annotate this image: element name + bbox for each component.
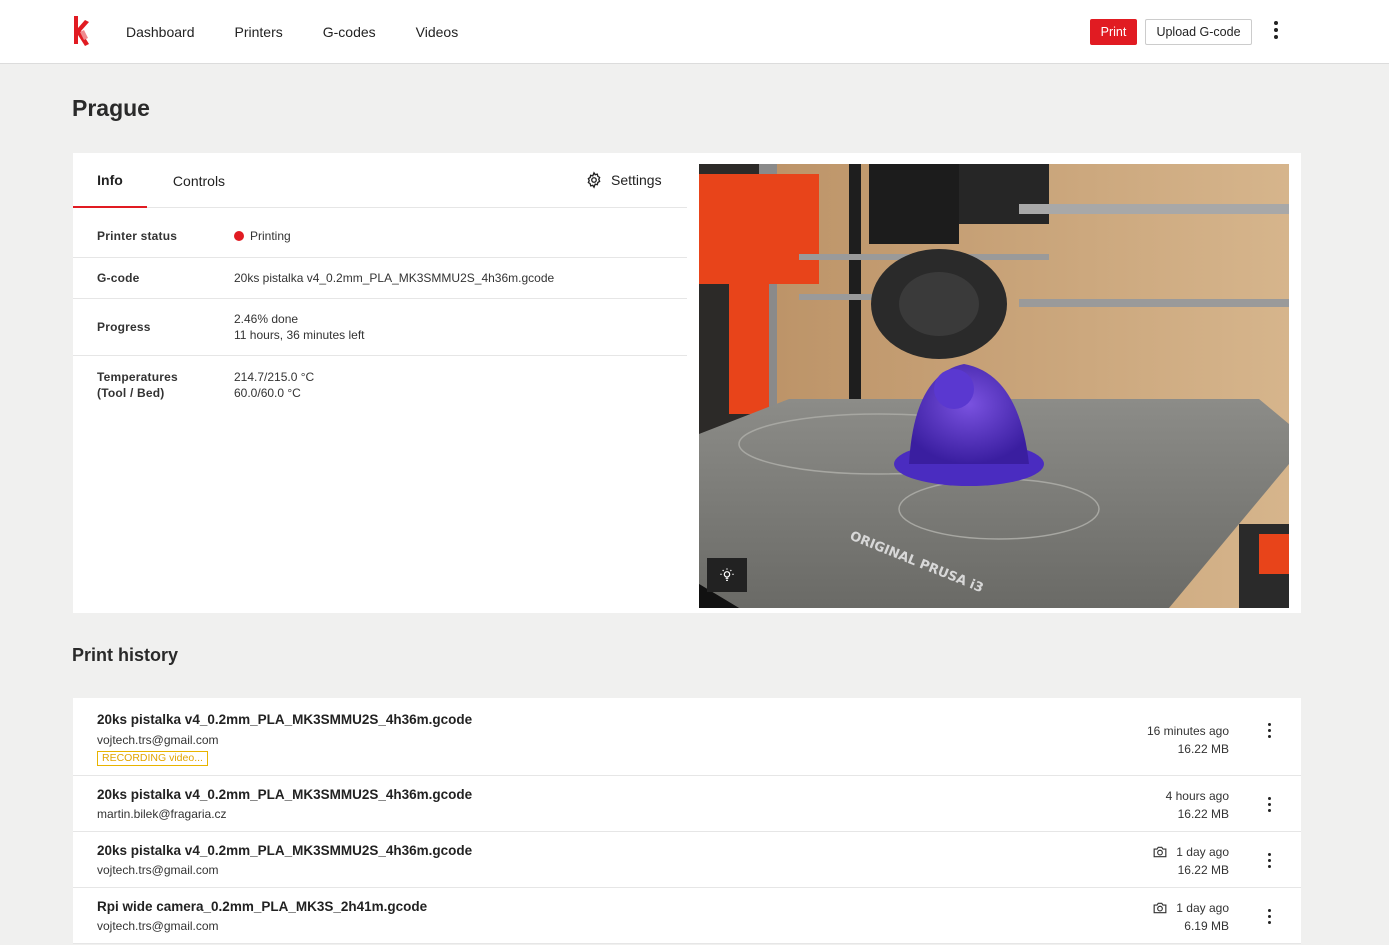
row-more-icon[interactable]	[1259, 904, 1279, 928]
history-user-email: vojtech.trs@gmail.com	[97, 733, 219, 747]
print-history-list: 20ks pistalka v4_0.2mm_PLA_MK3SMMU2S_4h3…	[73, 698, 1301, 944]
tab-info[interactable]: Info	[73, 153, 147, 208]
progress-done: 2.46% done	[234, 312, 299, 326]
history-meta: 1 day ago 6.19 MB	[1153, 899, 1229, 935]
temp-bed: 60.0/60.0 °C	[234, 386, 301, 400]
history-meta: 4 hours ago 16.22 MB	[1166, 787, 1229, 823]
history-user-email: vojtech.trs@gmail.com	[97, 863, 219, 877]
history-row[interactable]: 20ks pistalka v4_0.2mm_PLA_MK3SMMU2S_4h3…	[73, 776, 1301, 832]
top-bar: Dashboard Printers G-codes Videos Print …	[0, 0, 1389, 64]
progress-row: Progress 2.46% done 11 hours, 36 minutes…	[73, 299, 687, 356]
status-text: Printing	[250, 229, 291, 243]
history-time: 16 minutes ago	[1146, 724, 1229, 738]
upload-gcode-button[interactable]: Upload G-code	[1145, 19, 1252, 45]
history-time: 1 day ago	[1176, 901, 1229, 915]
history-gcode-name[interactable]: 20ks pistalka v4_0.2mm_PLA_MK3SMMU2S_4h3…	[97, 787, 472, 802]
history-meta: 1 day ago 16.22 MB	[1153, 843, 1229, 879]
history-size: 16.22 MB	[1177, 807, 1229, 821]
printer-camera-image: ORIGINAL PRUSA i3	[699, 164, 1289, 608]
history-time: 1 day ago	[1176, 845, 1229, 859]
nav-printers[interactable]: Printers	[235, 24, 283, 40]
printer-tabs: Info Controls Settings	[73, 153, 687, 208]
status-value: Printing	[234, 228, 291, 244]
nav-dashboard[interactable]: Dashboard	[126, 24, 195, 40]
gear-icon	[587, 171, 601, 189]
history-time: 4 hours ago	[1165, 789, 1229, 803]
status-dot-icon	[234, 231, 244, 241]
nav-gcodes[interactable]: G-codes	[323, 24, 376, 40]
history-time-row: 1 day ago	[1153, 843, 1229, 861]
app-logo[interactable]	[70, 14, 92, 48]
status-row: Printer status Printing	[73, 209, 687, 258]
temp-tool: 214.7/215.0 °C	[234, 370, 315, 384]
settings-label: Settings	[611, 172, 662, 188]
tab-controls[interactable]: Controls	[161, 153, 237, 208]
temperatures-value: 214.7/215.0 °C 60.0/60.0 °C	[234, 369, 314, 401]
print-history-title: Print history	[72, 645, 179, 665]
temperatures-label-line2: (Tool / Bed)	[97, 386, 165, 400]
temperatures-row: Temperatures (Tool / Bed) 214.7/215.0 °C…	[73, 356, 687, 416]
history-row[interactable]: 20ks pistalka v4_0.2mm_PLA_MK3SMMU2S_4h3…	[73, 698, 1301, 776]
printer-card: Info Controls Settings Printer status Pr…	[73, 153, 1301, 613]
row-more-icon[interactable]	[1259, 718, 1279, 742]
page-title: Prague	[72, 95, 150, 121]
main-nav: Dashboard Printers G-codes Videos	[126, 0, 498, 64]
history-user-email: martin.bilek@fragaria.cz	[97, 807, 227, 821]
status-label: Printer status	[97, 229, 178, 243]
progress-label: Progress	[97, 320, 151, 334]
temperatures-label: Temperatures (Tool / Bed)	[97, 369, 178, 401]
history-size: 16.22 MB	[1177, 863, 1229, 877]
history-size: 6.19 MB	[1184, 919, 1229, 933]
history-gcode-name[interactable]: Rpi wide camera_0.2mm_PLA_MK3S_2h41m.gco…	[97, 899, 427, 914]
print-button[interactable]: Print	[1090, 19, 1137, 45]
camera-icon	[1153, 846, 1167, 858]
toggle-light-button[interactable]	[707, 558, 747, 592]
history-user-email: vojtech.trs@gmail.com	[97, 919, 219, 933]
history-row[interactable]: 20ks pistalka v4_0.2mm_PLA_MK3SMMU2S_4h3…	[73, 832, 1301, 888]
gcode-value: 20ks pistalka v4_0.2mm_PLA_MK3SMMU2S_4h3…	[234, 271, 555, 285]
recording-badge: RECORDING video...	[97, 751, 208, 766]
camera-feed[interactable]: ORIGINAL PRUSA i3	[699, 164, 1289, 608]
history-time-row: 1 day ago	[1153, 899, 1229, 917]
history-meta: 16 minutes ago 16.22 MB	[1147, 722, 1229, 758]
progress-left: 11 hours, 36 minutes left	[234, 328, 365, 342]
settings-button[interactable]: Settings	[585, 169, 662, 191]
gcode-label: G-code	[97, 271, 140, 285]
camera-icon	[1153, 902, 1167, 914]
lightbulb-icon	[720, 568, 734, 581]
history-gcode-name[interactable]: 20ks pistalka v4_0.2mm_PLA_MK3SMMU2S_4h3…	[97, 712, 472, 727]
history-size: 16.22 MB	[1177, 742, 1229, 756]
temperatures-label-line1: Temperatures	[97, 370, 178, 384]
history-row[interactable]: Rpi wide camera_0.2mm_PLA_MK3S_2h41m.gco…	[73, 888, 1301, 944]
more-menu-icon[interactable]	[1266, 16, 1286, 44]
history-gcode-name[interactable]: 20ks pistalka v4_0.2mm_PLA_MK3SMMU2S_4h3…	[97, 843, 472, 858]
row-more-icon[interactable]	[1259, 792, 1279, 816]
progress-value: 2.46% done 11 hours, 36 minutes left	[234, 311, 365, 343]
row-more-icon[interactable]	[1259, 848, 1279, 872]
gcode-row: G-code 20ks pistalka v4_0.2mm_PLA_MK3SMM…	[73, 258, 687, 299]
nav-videos[interactable]: Videos	[416, 24, 459, 40]
